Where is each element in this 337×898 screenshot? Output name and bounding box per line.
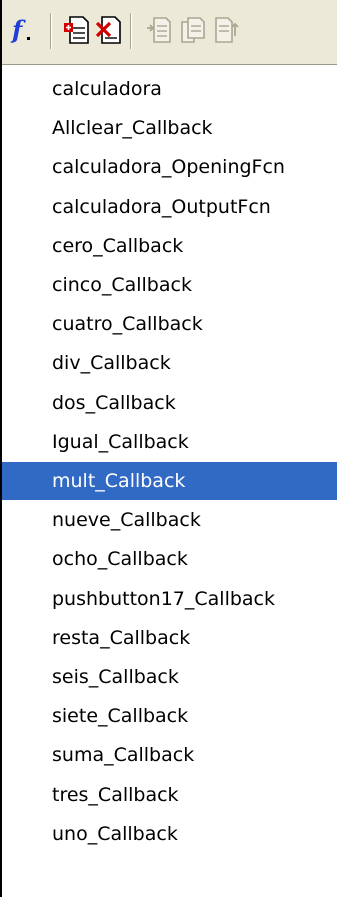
insert-function-icon xyxy=(64,16,89,44)
function-list-item[interactable]: Igual_Callback xyxy=(2,423,337,461)
function-list[interactable]: calculadora Allclear_Callback calculadora_… xyxy=(2,64,337,898)
function-list-item[interactable]: ocho_Callback xyxy=(2,540,337,578)
function-list-item[interactable]: suma_Callback xyxy=(2,736,337,774)
move-function-icon xyxy=(215,17,239,43)
function-list-item[interactable]: seis_Callback xyxy=(2,658,337,696)
function-list-item[interactable]: dos_Callback xyxy=(2,384,337,422)
function-list-item[interactable]: siete_Callback xyxy=(2,697,337,735)
function-list-item[interactable]: nueve_Callback xyxy=(2,501,337,539)
function-list-item[interactable]: mult_Callback xyxy=(2,462,337,500)
function-list-item[interactable]: tres_Callback xyxy=(2,776,337,814)
move-function-button[interactable] xyxy=(210,14,240,46)
paste-function-icon xyxy=(181,17,205,43)
delete-function-button[interactable] xyxy=(94,14,124,46)
svg-text:f: f xyxy=(10,15,26,44)
function-list-item[interactable]: cuatro_Callback xyxy=(2,305,337,343)
function-menu-icon: f xyxy=(10,15,30,44)
function-list-item[interactable]: calculadora_OpeningFcn xyxy=(2,148,337,186)
function-list-item[interactable]: Allclear_Callback xyxy=(2,109,337,147)
paste-function-button[interactable] xyxy=(178,14,208,46)
function-list-item[interactable]: resta_Callback xyxy=(2,619,337,657)
function-menu-button[interactable]: f xyxy=(8,14,42,46)
copy-function-icon xyxy=(147,17,171,43)
toolbar-separator xyxy=(50,13,52,49)
function-browser-panel: f calculadora Allclear_Callback calculad… xyxy=(0,0,337,898)
function-toolbar: f xyxy=(2,0,337,64)
function-list-item[interactable]: cinco_Callback xyxy=(2,266,337,304)
copy-function-button[interactable] xyxy=(144,14,174,46)
function-list-item[interactable]: div_Callback xyxy=(2,344,337,382)
function-list-item[interactable]: pushbutton17_Callback xyxy=(2,580,337,618)
toolbar-separator xyxy=(130,13,132,49)
delete-function-icon xyxy=(95,16,121,44)
function-list-item[interactable]: calculadora_OutputFcn xyxy=(2,188,337,226)
function-list-item[interactable]: calculadora xyxy=(2,70,337,108)
function-list-item[interactable]: uno_Callback xyxy=(2,815,337,853)
function-list-item[interactable]: cero_Callback xyxy=(2,227,337,265)
insert-function-button[interactable] xyxy=(62,14,92,46)
